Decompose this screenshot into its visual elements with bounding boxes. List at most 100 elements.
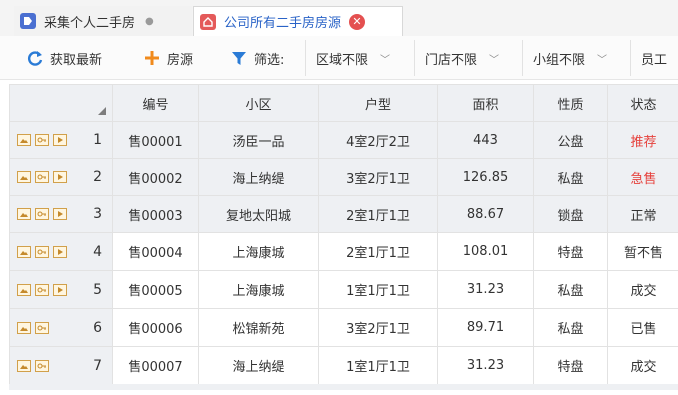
toolbar: 获取最新 房源 筛选: 区域不限 ﹀ 门店不限 ﹀ 小组不限 ﹀ 员工 [0, 36, 678, 80]
cell-community: 松锦新苑 [199, 309, 319, 347]
staff-dropdown[interactable]: 员工 [630, 40, 678, 76]
cell-id: 售00006 [113, 309, 199, 347]
column-header[interactable]: 编号 [113, 85, 199, 122]
table-row[interactable]: 2 售00002 海上纳缇 3室2厅1卫 126.85 私盘 急售 [10, 159, 678, 196]
chevron-down-icon: ﹀ [597, 54, 608, 66]
table-footer-bar [9, 384, 678, 390]
column-header[interactable]: 面积 [438, 85, 534, 122]
cell-type: 锁盘 [534, 196, 608, 233]
table-header-row: 编号 小区 户型 面积 性质 状态 [10, 85, 678, 122]
row-number: 5 [93, 281, 102, 298]
filter-label[interactable]: 筛选: [230, 45, 284, 71]
column-header[interactable]: 状态 [608, 85, 678, 122]
cell-area: 31.23 [438, 347, 534, 385]
chevron-down-icon: ﹀ [380, 54, 391, 66]
cell-status: 成交 [608, 271, 678, 309]
cell-id: 售00003 [113, 196, 199, 233]
column-header[interactable]: 性质 [534, 85, 608, 122]
cell-area: 108.01 [438, 233, 534, 271]
key-icon[interactable] [35, 321, 49, 334]
table-row[interactable]: 4 售00004 上海康城 2室1厅1卫 108.01 特盘 暂不售 [10, 233, 678, 271]
store-dropdown[interactable]: 门店不限 ﹀ [414, 40, 520, 76]
chevron-down-icon: ﹀ [489, 54, 500, 66]
table-row[interactable]: 6 售00006 松锦新苑 3室2厅1卫 89.71 私盘 已售 [10, 309, 678, 347]
table-row[interactable]: 5 售00005 上海康城 1室1厅1卫 31.23 私盘 成交 [10, 271, 678, 309]
image-icon[interactable] [17, 321, 31, 334]
row-header: 2 [10, 159, 113, 196]
row-header: 5 [10, 271, 113, 309]
cell-community: 海上纳缇 [199, 347, 319, 385]
row-header: 4 [10, 233, 113, 271]
tab-bar: 采集个人二手房 ● 公司所有二手房房源 ✕ [0, 0, 678, 36]
key-icon[interactable] [35, 171, 49, 183]
video-icon[interactable] [53, 134, 67, 146]
cell-status: 已售 [608, 309, 678, 347]
cell-id: 售00002 [113, 159, 199, 196]
cell-status: 正常 [608, 196, 678, 233]
row-header: 1 [10, 122, 113, 159]
cell-id: 售00004 [113, 233, 199, 271]
video-icon[interactable] [53, 208, 67, 220]
cell-layout: 1室1厅1卫 [319, 271, 438, 309]
table-row[interactable]: 3 售00003 复地太阳城 2室1厅1卫 88.67 锁盘 正常 [10, 196, 678, 233]
table-row[interactable]: 7 售00007 海上纳缇 1室1厅1卫 31.23 特盘 成交 [10, 347, 678, 385]
listings-table: 编号 小区 户型 面积 性质 状态 1 售00001 汤臣一品 4室2厅2卫 4… [9, 84, 678, 386]
row-number: 4 [93, 243, 102, 260]
cell-status: 急售 [608, 159, 678, 196]
cell-area: 31.23 [438, 271, 534, 309]
row-number: 2 [93, 169, 102, 185]
key-icon[interactable] [35, 208, 49, 220]
key-icon[interactable] [35, 283, 49, 296]
key-icon[interactable] [35, 134, 49, 146]
table-row[interactable]: 1 售00001 汤臣一品 4室2厅2卫 443 公盘 推荐 [10, 122, 678, 159]
image-icon[interactable] [17, 171, 31, 183]
select-all-icon [98, 107, 106, 115]
cell-type: 私盘 [534, 309, 608, 347]
video-icon[interactable] [53, 283, 67, 296]
close-icon[interactable]: ✕ [349, 13, 366, 30]
cell-status: 暂不售 [608, 233, 678, 271]
add-listing-button[interactable]: 房源 [143, 45, 193, 71]
image-icon[interactable] [17, 359, 31, 372]
key-icon[interactable] [35, 359, 49, 372]
video-icon[interactable] [53, 245, 67, 258]
cell-area: 89.71 [438, 309, 534, 347]
group-dropdown[interactable]: 小组不限 ﹀ [522, 40, 628, 76]
column-header[interactable]: 户型 [319, 85, 438, 122]
refresh-button[interactable]: 获取最新 [26, 45, 102, 71]
cell-id: 售00001 [113, 122, 199, 159]
cell-status: 成交 [608, 347, 678, 385]
tab-label: 采集个人二手房 [44, 15, 136, 31]
row-header: 6 [10, 309, 113, 347]
cell-status: 推荐 [608, 122, 678, 159]
cell-type: 私盘 [534, 159, 608, 196]
cell-layout: 1室1厅1卫 [319, 347, 438, 385]
video-icon[interactable] [53, 171, 67, 183]
image-icon[interactable] [17, 134, 31, 146]
row-number: 1 [93, 132, 102, 148]
tab-collect-personal[interactable]: 采集个人二手房 ● [14, 6, 192, 36]
region-dropdown[interactable]: 区域不限 ﹀ [305, 40, 410, 76]
cell-type: 特盘 [534, 233, 608, 271]
cell-community: 汤臣一品 [199, 122, 319, 159]
cell-area: 126.85 [438, 159, 534, 196]
row-number: 6 [93, 319, 102, 336]
cell-layout: 2室1厅1卫 [319, 233, 438, 271]
image-icon[interactable] [17, 245, 31, 258]
column-header[interactable]: 小区 [199, 85, 319, 122]
image-icon[interactable] [17, 208, 31, 220]
tab-company-listings[interactable]: 公司所有二手房房源 ✕ [193, 6, 403, 36]
key-icon[interactable] [35, 245, 49, 258]
refresh-icon [28, 51, 43, 66]
plus-icon [145, 51, 159, 65]
corner-cell[interactable] [10, 85, 113, 122]
cell-community: 上海康城 [199, 233, 319, 271]
cell-type: 私盘 [534, 271, 608, 309]
image-icon[interactable] [17, 283, 31, 296]
tab-label: 公司所有二手房房源 [224, 16, 342, 31]
row-number: 7 [93, 357, 102, 374]
cell-type: 公盘 [534, 122, 608, 159]
tag-icon [20, 13, 36, 29]
cell-area: 88.67 [438, 196, 534, 233]
cell-community: 复地太阳城 [199, 196, 319, 233]
